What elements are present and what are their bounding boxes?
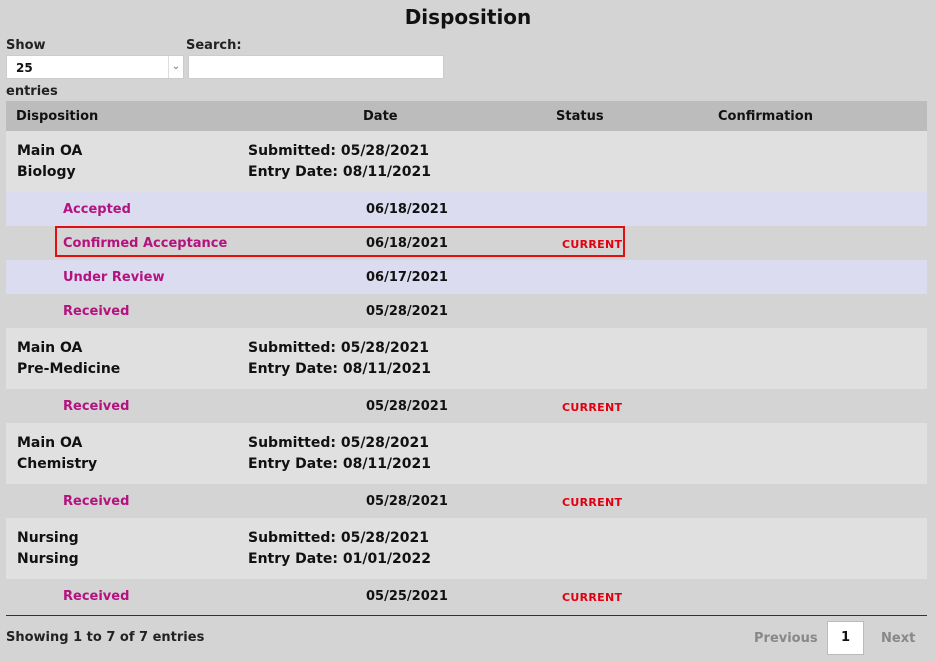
row-date: 06/17/2021 (366, 270, 448, 285)
next-page-button[interactable]: Next (881, 631, 915, 646)
row-date: 05/28/2021 (366, 399, 448, 414)
row-date: 05/28/2021 (366, 304, 448, 319)
column-header-disposition[interactable]: Disposition (16, 109, 98, 124)
table-info: Showing 1 to 7 of 7 entries (6, 630, 205, 645)
row-disposition: Accepted (63, 202, 131, 217)
row-status: CURRENT (562, 496, 623, 509)
row-disposition: Confirmed Acceptance (63, 236, 228, 251)
row-date: 06/18/2021 (366, 236, 448, 251)
row-disposition: Received (63, 589, 130, 604)
row-date: 05/25/2021 (366, 589, 448, 604)
row-status: CURRENT (562, 238, 623, 251)
group-submitted: Submitted: 05/28/2021 (248, 340, 429, 356)
chevron-down-icon: ⌄ (168, 56, 183, 78)
group-submitted: Submitted: 05/28/2021 (248, 435, 429, 451)
table-row: Received 05/28/2021 CURRENT (6, 484, 927, 518)
table-row: Under Review 06/17/2021 (6, 260, 927, 294)
table-bottom-rule (6, 615, 927, 616)
search-input[interactable] (188, 55, 444, 79)
table-group-row: Nursing Nursing Submitted: 05/28/2021 En… (6, 518, 927, 579)
group-entry-date: Entry Date: 08/11/2021 (248, 456, 432, 472)
group-app-type: Main OA (17, 143, 83, 159)
group-app-type: Nursing (17, 530, 79, 546)
previous-page-button[interactable]: Previous (754, 631, 818, 646)
table-row: Received 05/28/2021 (6, 294, 927, 328)
group-app-type: Main OA (17, 435, 83, 451)
table-header: Disposition Date Status Confirmation (6, 101, 927, 131)
row-date: 06/18/2021 (366, 202, 448, 217)
row-disposition: Received (63, 494, 130, 509)
row-disposition: Received (63, 304, 130, 319)
search-label: Search: (186, 38, 242, 53)
table-row: Received 05/25/2021 CURRENT (6, 579, 927, 613)
group-entry-date: Entry Date: 08/11/2021 (248, 361, 432, 377)
group-app-type: Main OA (17, 340, 83, 356)
row-status: CURRENT (562, 401, 623, 414)
row-status: CURRENT (562, 591, 623, 604)
column-header-confirmation[interactable]: Confirmation (718, 109, 813, 124)
row-disposition: Under Review (63, 270, 165, 285)
column-header-status[interactable]: Status (556, 109, 604, 124)
group-program: Pre-Medicine (17, 361, 121, 377)
page-1-button[interactable]: 1 (827, 621, 864, 655)
table-row: Received 05/28/2021 CURRENT (6, 389, 927, 423)
group-entry-date: Entry Date: 01/01/2022 (248, 551, 432, 567)
page-size-select[interactable]: 25 ⌄ (6, 55, 184, 79)
table-group-row: Main OA Biology Submitted: 05/28/2021 En… (6, 131, 927, 192)
column-header-date[interactable]: Date (363, 109, 398, 124)
group-program: Biology (17, 164, 76, 180)
table-group-row: Main OA Pre-Medicine Submitted: 05/28/20… (6, 328, 927, 389)
group-submitted: Submitted: 05/28/2021 (248, 530, 429, 546)
group-program: Chemistry (17, 456, 98, 472)
page-size-value: 25 (16, 61, 33, 75)
row-disposition: Received (63, 399, 130, 414)
page-title: Disposition (404, 5, 532, 29)
show-label: Show (6, 38, 46, 53)
group-program: Nursing (17, 551, 79, 567)
group-submitted: Submitted: 05/28/2021 (248, 143, 429, 159)
table-row: Confirmed Acceptance 06/18/2021 CURRENT (6, 226, 927, 260)
table-row: Accepted 06/18/2021 (6, 192, 927, 226)
entries-label: entries (6, 84, 58, 99)
table-group-row: Main OA Chemistry Submitted: 05/28/2021 … (6, 423, 927, 484)
group-entry-date: Entry Date: 08/11/2021 (248, 164, 432, 180)
disposition-table: Disposition Date Status Confirmation Mai… (6, 101, 927, 613)
row-date: 05/28/2021 (366, 494, 448, 509)
